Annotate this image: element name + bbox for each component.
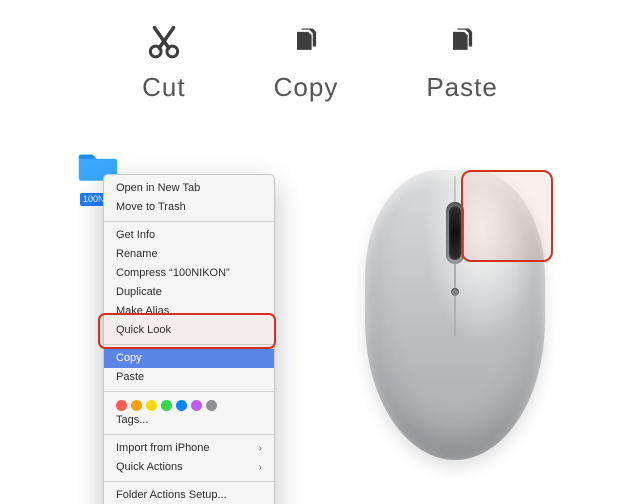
copy-action[interactable]: Copy xyxy=(274,22,339,103)
copy-label: Copy xyxy=(274,72,339,103)
mouse-illustration xyxy=(365,170,565,480)
context-menu-item-label: Folder Actions Setup... xyxy=(116,488,227,503)
paste-label: Paste xyxy=(426,72,498,103)
copy-icon xyxy=(286,22,326,62)
context-menu-item[interactable]: Copy xyxy=(104,349,274,368)
tag-color-dot[interactable] xyxy=(146,400,157,411)
tag-color-dot[interactable] xyxy=(206,400,217,411)
context-menu-item[interactable]: Get Info xyxy=(104,226,274,245)
cut-icon xyxy=(144,22,184,62)
menu-separator xyxy=(104,434,274,435)
context-menu-item-label: Copy xyxy=(116,351,142,366)
paste-icon xyxy=(442,22,482,62)
tag-color-dot[interactable] xyxy=(161,400,172,411)
cut-action[interactable]: Cut xyxy=(142,22,185,103)
chevron-right-icon: › xyxy=(259,441,262,456)
context-menu-item[interactable]: Paste xyxy=(104,368,274,387)
menu-separator xyxy=(104,221,274,222)
context-menu-item-label: Make Alias xyxy=(116,304,169,319)
toolbar-actions: Cut Copy Paste xyxy=(0,22,640,103)
context-menu-item[interactable]: Open in New Tab xyxy=(104,179,274,198)
context-menu-item[interactable]: Make Alias xyxy=(104,302,274,321)
context-menu-item-label: Move to Trash xyxy=(116,200,186,215)
context-menu-item[interactable]: Duplicate xyxy=(104,283,274,302)
context-menu-item-label: Duplicate xyxy=(116,285,162,300)
context-menu-item-label: Import from iPhone xyxy=(116,441,210,456)
menu-separator xyxy=(104,344,274,345)
menu-separator xyxy=(104,391,274,392)
context-menu-item-label: Tags... xyxy=(116,413,148,428)
context-menu: Open in New Tab Move to Trash Get Info Rena… xyxy=(103,174,275,504)
context-menu-item-label: Rename xyxy=(116,247,158,262)
context-menu-item-label: Compress “100NIKON” xyxy=(116,266,230,281)
context-menu-item[interactable]: Import from iPhone › xyxy=(104,439,274,458)
menu-separator xyxy=(104,481,274,482)
tag-color-dot[interactable] xyxy=(131,400,142,411)
context-menu-item-label: Paste xyxy=(116,370,144,385)
context-menu-item[interactable]: Rename xyxy=(104,245,274,264)
tag-color-dot[interactable] xyxy=(116,400,127,411)
context-menu-item-label: Quick Actions xyxy=(116,460,183,475)
context-menu-item[interactable]: Tags... xyxy=(104,411,274,430)
mouse-dpi-button xyxy=(451,288,459,296)
stage: Cut Copy Paste 100NI xyxy=(0,0,640,504)
context-menu-item-label: Quick Look xyxy=(116,323,171,338)
context-menu-item-label: Get Info xyxy=(116,228,155,243)
context-menu-item[interactable]: Quick Actions › xyxy=(104,458,274,477)
context-menu-item-label: Open in New Tab xyxy=(116,181,200,196)
tag-color-dot[interactable] xyxy=(176,400,187,411)
right-click-highlight xyxy=(461,170,553,262)
paste-action[interactable]: Paste xyxy=(426,22,498,103)
cut-label: Cut xyxy=(142,72,185,103)
chevron-right-icon: › xyxy=(259,460,262,475)
context-menu-item[interactable]: Move to Trash xyxy=(104,198,274,217)
context-menu-item[interactable]: Quick Look xyxy=(104,321,274,340)
context-menu-item[interactable]: Folder Actions Setup... xyxy=(104,486,274,504)
context-menu-item[interactable]: Compress “100NIKON” xyxy=(104,264,274,283)
tags-color-row[interactable] xyxy=(104,396,274,411)
mouse-wheel xyxy=(449,206,461,260)
tag-color-dot[interactable] xyxy=(191,400,202,411)
